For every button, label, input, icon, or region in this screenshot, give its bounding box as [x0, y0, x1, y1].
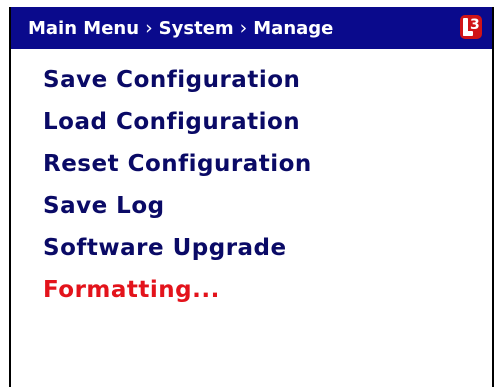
breadcrumb-system[interactable]: System [159, 18, 234, 39]
menu-item-reset-configuration[interactable]: Reset Configuration [43, 143, 312, 185]
menu-item-software-upgrade[interactable]: Software Upgrade [43, 227, 312, 269]
device-screen: Main Menu › System › Manage 3 Save Confi… [9, 7, 494, 387]
logo-digit: 3 [470, 17, 480, 33]
breadcrumb: Main Menu › System › Manage [28, 7, 333, 49]
menu-item-save-log[interactable]: Save Log [43, 185, 312, 227]
l3-logo-icon: 3 [460, 15, 482, 39]
menu-item-save-configuration[interactable]: Save Configuration [43, 59, 312, 101]
breadcrumb-separator: › [145, 17, 153, 39]
manage-menu: Save Configuration Load Configuration Re… [43, 59, 312, 311]
menu-item-formatting[interactable]: Formatting... [43, 269, 312, 311]
title-bar: Main Menu › System › Manage 3 [11, 7, 492, 49]
menu-item-load-configuration[interactable]: Load Configuration [43, 101, 312, 143]
breadcrumb-main-menu[interactable]: Main Menu [28, 18, 139, 39]
breadcrumb-manage: Manage [253, 17, 334, 39]
breadcrumb-separator: › [239, 17, 248, 39]
